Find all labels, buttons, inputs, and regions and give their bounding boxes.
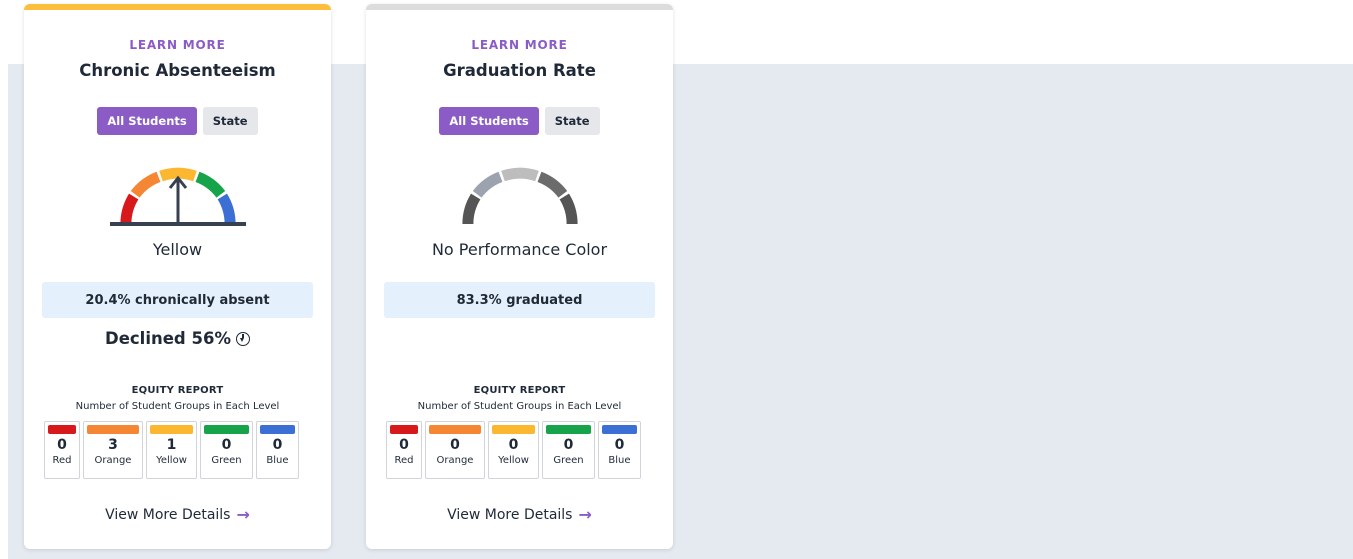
equity-levels: 0 Red 3 Orange 1 Yellow 0 Green 0 Blue bbox=[44, 421, 311, 479]
performance-gauge-none-icon bbox=[462, 167, 578, 225]
card-title: Graduation Rate bbox=[443, 61, 596, 80]
level-label: Red bbox=[52, 455, 72, 466]
equity-report-subtitle: Number of Student Groups in Each Level bbox=[75, 401, 280, 412]
card-title: Chronic Absenteeism bbox=[79, 61, 276, 80]
orange-swatch bbox=[429, 425, 481, 434]
equity-report-title: EQUITY REPORT bbox=[473, 385, 566, 396]
stat-box: 83.3% graduated bbox=[384, 282, 655, 318]
yellow-swatch bbox=[150, 425, 193, 434]
level-blue: 0 Blue bbox=[598, 421, 641, 479]
level-count: 0 bbox=[57, 437, 67, 453]
card-top-bar bbox=[366, 4, 673, 10]
view-more-details-link[interactable]: View More Details → bbox=[24, 505, 331, 524]
level-blue: 0 Blue bbox=[256, 421, 299, 479]
all-students-button[interactable]: All Students bbox=[439, 107, 539, 135]
level-count: 0 bbox=[272, 437, 283, 453]
view-more-label: View More Details bbox=[105, 506, 231, 523]
level-yellow: 1 Yellow bbox=[146, 421, 197, 479]
level-label: Red bbox=[394, 455, 414, 466]
student-toggle: All Students State bbox=[366, 107, 673, 135]
gauge-segment bbox=[462, 193, 481, 225]
blue-swatch bbox=[602, 425, 637, 434]
gauge-segment bbox=[501, 167, 539, 182]
level-label: Orange bbox=[94, 455, 132, 466]
yellow-swatch bbox=[492, 425, 535, 434]
red-swatch bbox=[48, 425, 76, 434]
card-top-bar bbox=[24, 4, 331, 10]
level-label: Green bbox=[553, 455, 584, 466]
green-swatch bbox=[546, 425, 591, 434]
change-indicator: Declined 56% bbox=[24, 329, 331, 348]
level-label: Blue bbox=[608, 455, 631, 466]
student-toggle: All Students State bbox=[24, 107, 331, 135]
performance-color-label: Yellow bbox=[152, 240, 203, 259]
state-button[interactable]: State bbox=[202, 107, 258, 135]
level-red: 0 Red bbox=[386, 421, 422, 479]
level-label: Orange bbox=[436, 455, 474, 466]
level-label: Yellow bbox=[498, 455, 529, 466]
level-count: 1 bbox=[166, 437, 177, 453]
arrow-right-icon: → bbox=[578, 505, 592, 524]
gauge-green-segment bbox=[195, 171, 226, 198]
blue-swatch bbox=[260, 425, 295, 434]
green-swatch bbox=[204, 425, 249, 434]
arrow-right-icon: → bbox=[236, 505, 250, 524]
level-orange: 0 Orange bbox=[425, 421, 485, 479]
level-count: 0 bbox=[508, 437, 519, 453]
red-swatch bbox=[390, 425, 418, 434]
graduation-rate-card: LEARN MORE Graduation Rate All Students … bbox=[366, 4, 673, 549]
gauge-blue-segment bbox=[217, 193, 236, 225]
down-circle-icon bbox=[235, 331, 250, 346]
level-label: Blue bbox=[266, 455, 289, 466]
level-count: 3 bbox=[108, 437, 118, 453]
gauge-segment bbox=[559, 193, 578, 225]
gauge-segment bbox=[537, 171, 568, 198]
stat-box: 20.4% chronically absent bbox=[42, 282, 313, 318]
performance-gauge-yellow-icon bbox=[110, 167, 246, 226]
performance-color-label: No Performance Color bbox=[431, 240, 608, 259]
level-count: 0 bbox=[563, 437, 574, 453]
level-count: 0 bbox=[399, 437, 409, 453]
view-more-label: View More Details bbox=[447, 506, 573, 523]
level-orange: 3 Orange bbox=[83, 421, 143, 479]
level-count: 0 bbox=[221, 437, 232, 453]
learn-more-link[interactable]: LEARN MORE bbox=[24, 38, 331, 52]
view-more-details-link[interactable]: View More Details → bbox=[366, 505, 673, 524]
level-green: 0 Green bbox=[200, 421, 253, 479]
gauge-segment bbox=[472, 171, 503, 198]
chronic-absenteeism-card: LEARN MORE Chronic Absenteeism All Stude… bbox=[24, 4, 331, 549]
orange-swatch bbox=[87, 425, 139, 434]
equity-report-subtitle: Number of Student Groups in Each Level bbox=[417, 401, 622, 412]
equity-report-title: EQUITY REPORT bbox=[131, 385, 224, 396]
all-students-button[interactable]: All Students bbox=[97, 107, 197, 135]
state-button[interactable]: State bbox=[544, 107, 600, 135]
equity-levels: 0 Red 0 Orange 0 Yellow 0 Green 0 Blue bbox=[386, 421, 653, 479]
level-count: 0 bbox=[614, 437, 625, 453]
level-label: Green bbox=[211, 455, 242, 466]
change-label: Declined 56% bbox=[105, 329, 231, 348]
learn-more-link[interactable]: LEARN MORE bbox=[366, 38, 673, 52]
level-count: 0 bbox=[450, 437, 460, 453]
level-green: 0 Green bbox=[542, 421, 595, 479]
level-yellow: 0 Yellow bbox=[488, 421, 539, 479]
level-label: Yellow bbox=[156, 455, 187, 466]
gauge-orange-segment bbox=[130, 171, 161, 198]
gauge-red-segment bbox=[120, 193, 139, 225]
level-red: 0 Red bbox=[44, 421, 80, 479]
